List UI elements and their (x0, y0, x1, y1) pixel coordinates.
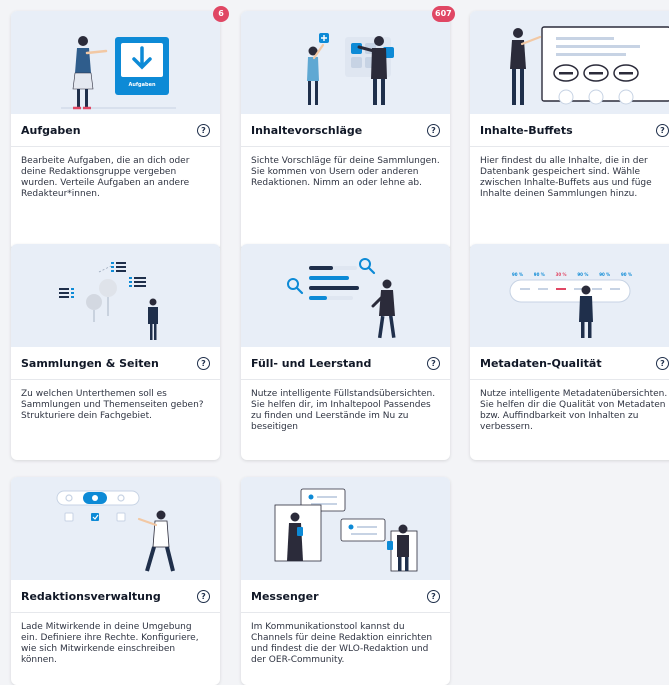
percent-label: 90 % (620, 272, 632, 277)
card-fuell-leerstand[interactable]: Füll- und Leerstand ? Nutze intelligente… (241, 244, 450, 460)
redaktionsverwaltung-illustration (11, 477, 220, 580)
suggestion-count-badge: 607 (432, 6, 455, 22)
aufgaben-illustration: Aufgaben (11, 11, 220, 114)
card-title: Inhaltevorschläge (251, 124, 363, 137)
card-description: Lade Mitwirkende in deine Umgebung ein. … (21, 622, 199, 665)
card-header: Messenger ? (241, 584, 450, 613)
card-title: Aufgaben (21, 124, 81, 137)
card-description: Zu welchen Unterthemen soll es Sammlunge… (21, 389, 204, 421)
card-header: Inhalte-Buffets ? (470, 118, 669, 147)
help-icon[interactable]: ? (197, 357, 210, 370)
sammlungen-illustration (11, 244, 220, 347)
metadaten-percent-row: 90 % 90 % 30 % 90 % 90 % 90 % (512, 272, 632, 277)
card-redaktionsverwaltung[interactable]: Redaktionsverwaltung ? Lade Mitwirkende … (11, 477, 220, 685)
help-icon[interactable]: ? (197, 124, 210, 137)
card-header: Metadaten-Qualität ? (470, 351, 669, 380)
percent-label: 30 % (555, 272, 567, 277)
help-icon[interactable]: ? (427, 124, 440, 137)
help-icon[interactable]: ? (427, 590, 440, 603)
card-header: Aufgaben ? (11, 118, 220, 147)
inhalte-buffets-illustration (470, 11, 669, 114)
card-description: Bearbeite Aufgaben, die an dich oder dei… (21, 156, 190, 199)
card-title: Redaktionsverwaltung (21, 590, 161, 603)
card-aufgaben[interactable]: Aufgaben Aufgaben ? Bearbeite Aufgaben, … (11, 11, 220, 251)
help-icon[interactable]: ? (427, 357, 440, 370)
card-inhaltevorschlaege[interactable]: Inhaltevorschläge ? Sichte Vorschläge fü… (241, 11, 450, 251)
aufgaben-illustration-label: Aufgaben (128, 82, 156, 88)
help-icon[interactable]: ? (656, 124, 669, 137)
card-description: Im Kommunikationstool kannst du Channels… (251, 622, 433, 665)
card-inhalte-buffets[interactable]: Inhalte-Buffets ? Hier findest du alle I… (470, 11, 669, 251)
percent-label: 90 % (599, 272, 611, 277)
card-header: Sammlungen & Seiten ? (11, 351, 220, 380)
card-messenger[interactable]: Messenger ? Im Kommunikationstool kannst… (241, 477, 450, 685)
card-description: Sichte Vorschläge für deine Sammlungen. … (251, 156, 440, 188)
card-header: Füll- und Leerstand ? (241, 351, 450, 380)
card-description: Hier findest du alle Inhalte, die in der… (480, 156, 652, 199)
card-header: Inhaltevorschläge ? (241, 118, 450, 147)
card-title: Füll- und Leerstand (251, 357, 372, 370)
card-title: Sammlungen & Seiten (21, 357, 159, 370)
card-description: Nutze intelligente Metadatenübersichten.… (480, 389, 668, 432)
percent-label: 90 % (533, 272, 545, 277)
card-description: Nutze intelligente Füllstandsübersichten… (251, 389, 436, 432)
help-icon[interactable]: ? (197, 590, 210, 603)
percent-label: 90 % (512, 272, 523, 277)
fuell-leerstand-illustration (241, 244, 450, 347)
card-header: Redaktionsverwaltung ? (11, 584, 220, 613)
task-count-badge: 6 (213, 6, 229, 22)
card-metadaten-qualitaet[interactable]: 90 % 90 % 30 % 90 % 90 % 90 % Metadaten-… (470, 244, 669, 460)
help-icon[interactable]: ? (656, 357, 669, 370)
card-title: Inhalte-Buffets (480, 124, 573, 137)
inhaltevorschlaege-illustration (241, 11, 450, 114)
card-title: Metadaten-Qualität (480, 357, 602, 370)
card-sammlungen-seiten[interactable]: Sammlungen & Seiten ? Zu welchen Unterth… (11, 244, 220, 460)
metadaten-illustration: 90 % 90 % 30 % 90 % 90 % 90 % (470, 244, 669, 347)
messenger-illustration (241, 477, 450, 580)
card-title: Messenger (251, 590, 319, 603)
percent-label: 90 % (577, 272, 589, 277)
